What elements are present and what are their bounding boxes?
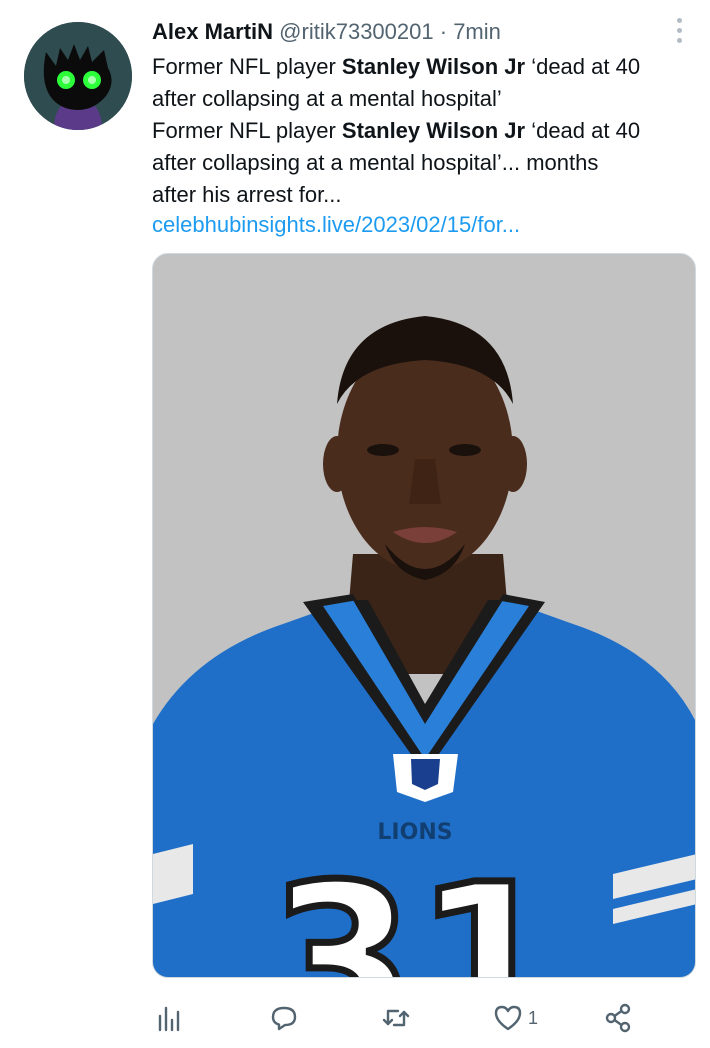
avatar-image: [24, 22, 132, 130]
jersey-number: 31: [269, 839, 561, 978]
tweet-media-image[interactable]: LIONS 31: [152, 253, 696, 978]
retweet-button[interactable]: [380, 996, 412, 1040]
tweet-line-1: Former NFL player Stanley Wilson Jr ‘dea…: [152, 51, 697, 83]
tweet-text-part: Former NFL player: [152, 54, 342, 79]
tweet-text-part: Former NFL player: [152, 118, 342, 143]
like-count: 1: [528, 1007, 539, 1028]
tweet-actions: 1: [152, 996, 697, 1040]
tweet-text: Former NFL player Stanley Wilson Jr ‘dea…: [152, 51, 697, 211]
reply-button[interactable]: [268, 996, 300, 1040]
timestamp[interactable]: 7min: [453, 19, 501, 44]
tweet-text-bold: Stanley Wilson Jr: [341, 118, 526, 143]
author-handle[interactable]: @ritik73300201: [279, 19, 433, 44]
avatar[interactable]: [24, 22, 132, 130]
heart-icon: [494, 1005, 522, 1031]
tweet-header: Alex MartiN @ritik73300201 · 7min: [152, 17, 501, 47]
tweet-line-4: after collapsing at a mental hospital’..…: [152, 150, 599, 175]
speech-bubble-icon: [271, 1006, 297, 1031]
player-photo: LIONS 31: [153, 254, 695, 978]
bar-chart-icon: [158, 1006, 180, 1032]
separator: ·: [439, 19, 448, 44]
like-button[interactable]: 1: [492, 996, 538, 1040]
more-options-icon[interactable]: [672, 16, 688, 46]
analytics-button[interactable]: [154, 996, 186, 1040]
share-icon: [605, 1003, 631, 1033]
retweet-icon: [382, 1009, 410, 1027]
tweet-line-5: after his arrest for...: [152, 182, 342, 207]
author-name[interactable]: Alex MartiN: [152, 19, 273, 44]
tweet-text-part: ‘dead at 40: [525, 54, 641, 79]
tweet-line-2: after collapsing at a mental hospital’: [152, 86, 502, 111]
tweet-link[interactable]: celebhubinsights.live/2023/02/15/for...: [152, 209, 520, 241]
tweet-line-3: Former NFL player Stanley Wilson Jr ‘dea…: [152, 115, 697, 147]
share-button[interactable]: [602, 996, 634, 1040]
tweet-text-part: ‘dead at 40: [525, 118, 641, 143]
tweet-text-bold: Stanley Wilson Jr: [341, 54, 526, 79]
